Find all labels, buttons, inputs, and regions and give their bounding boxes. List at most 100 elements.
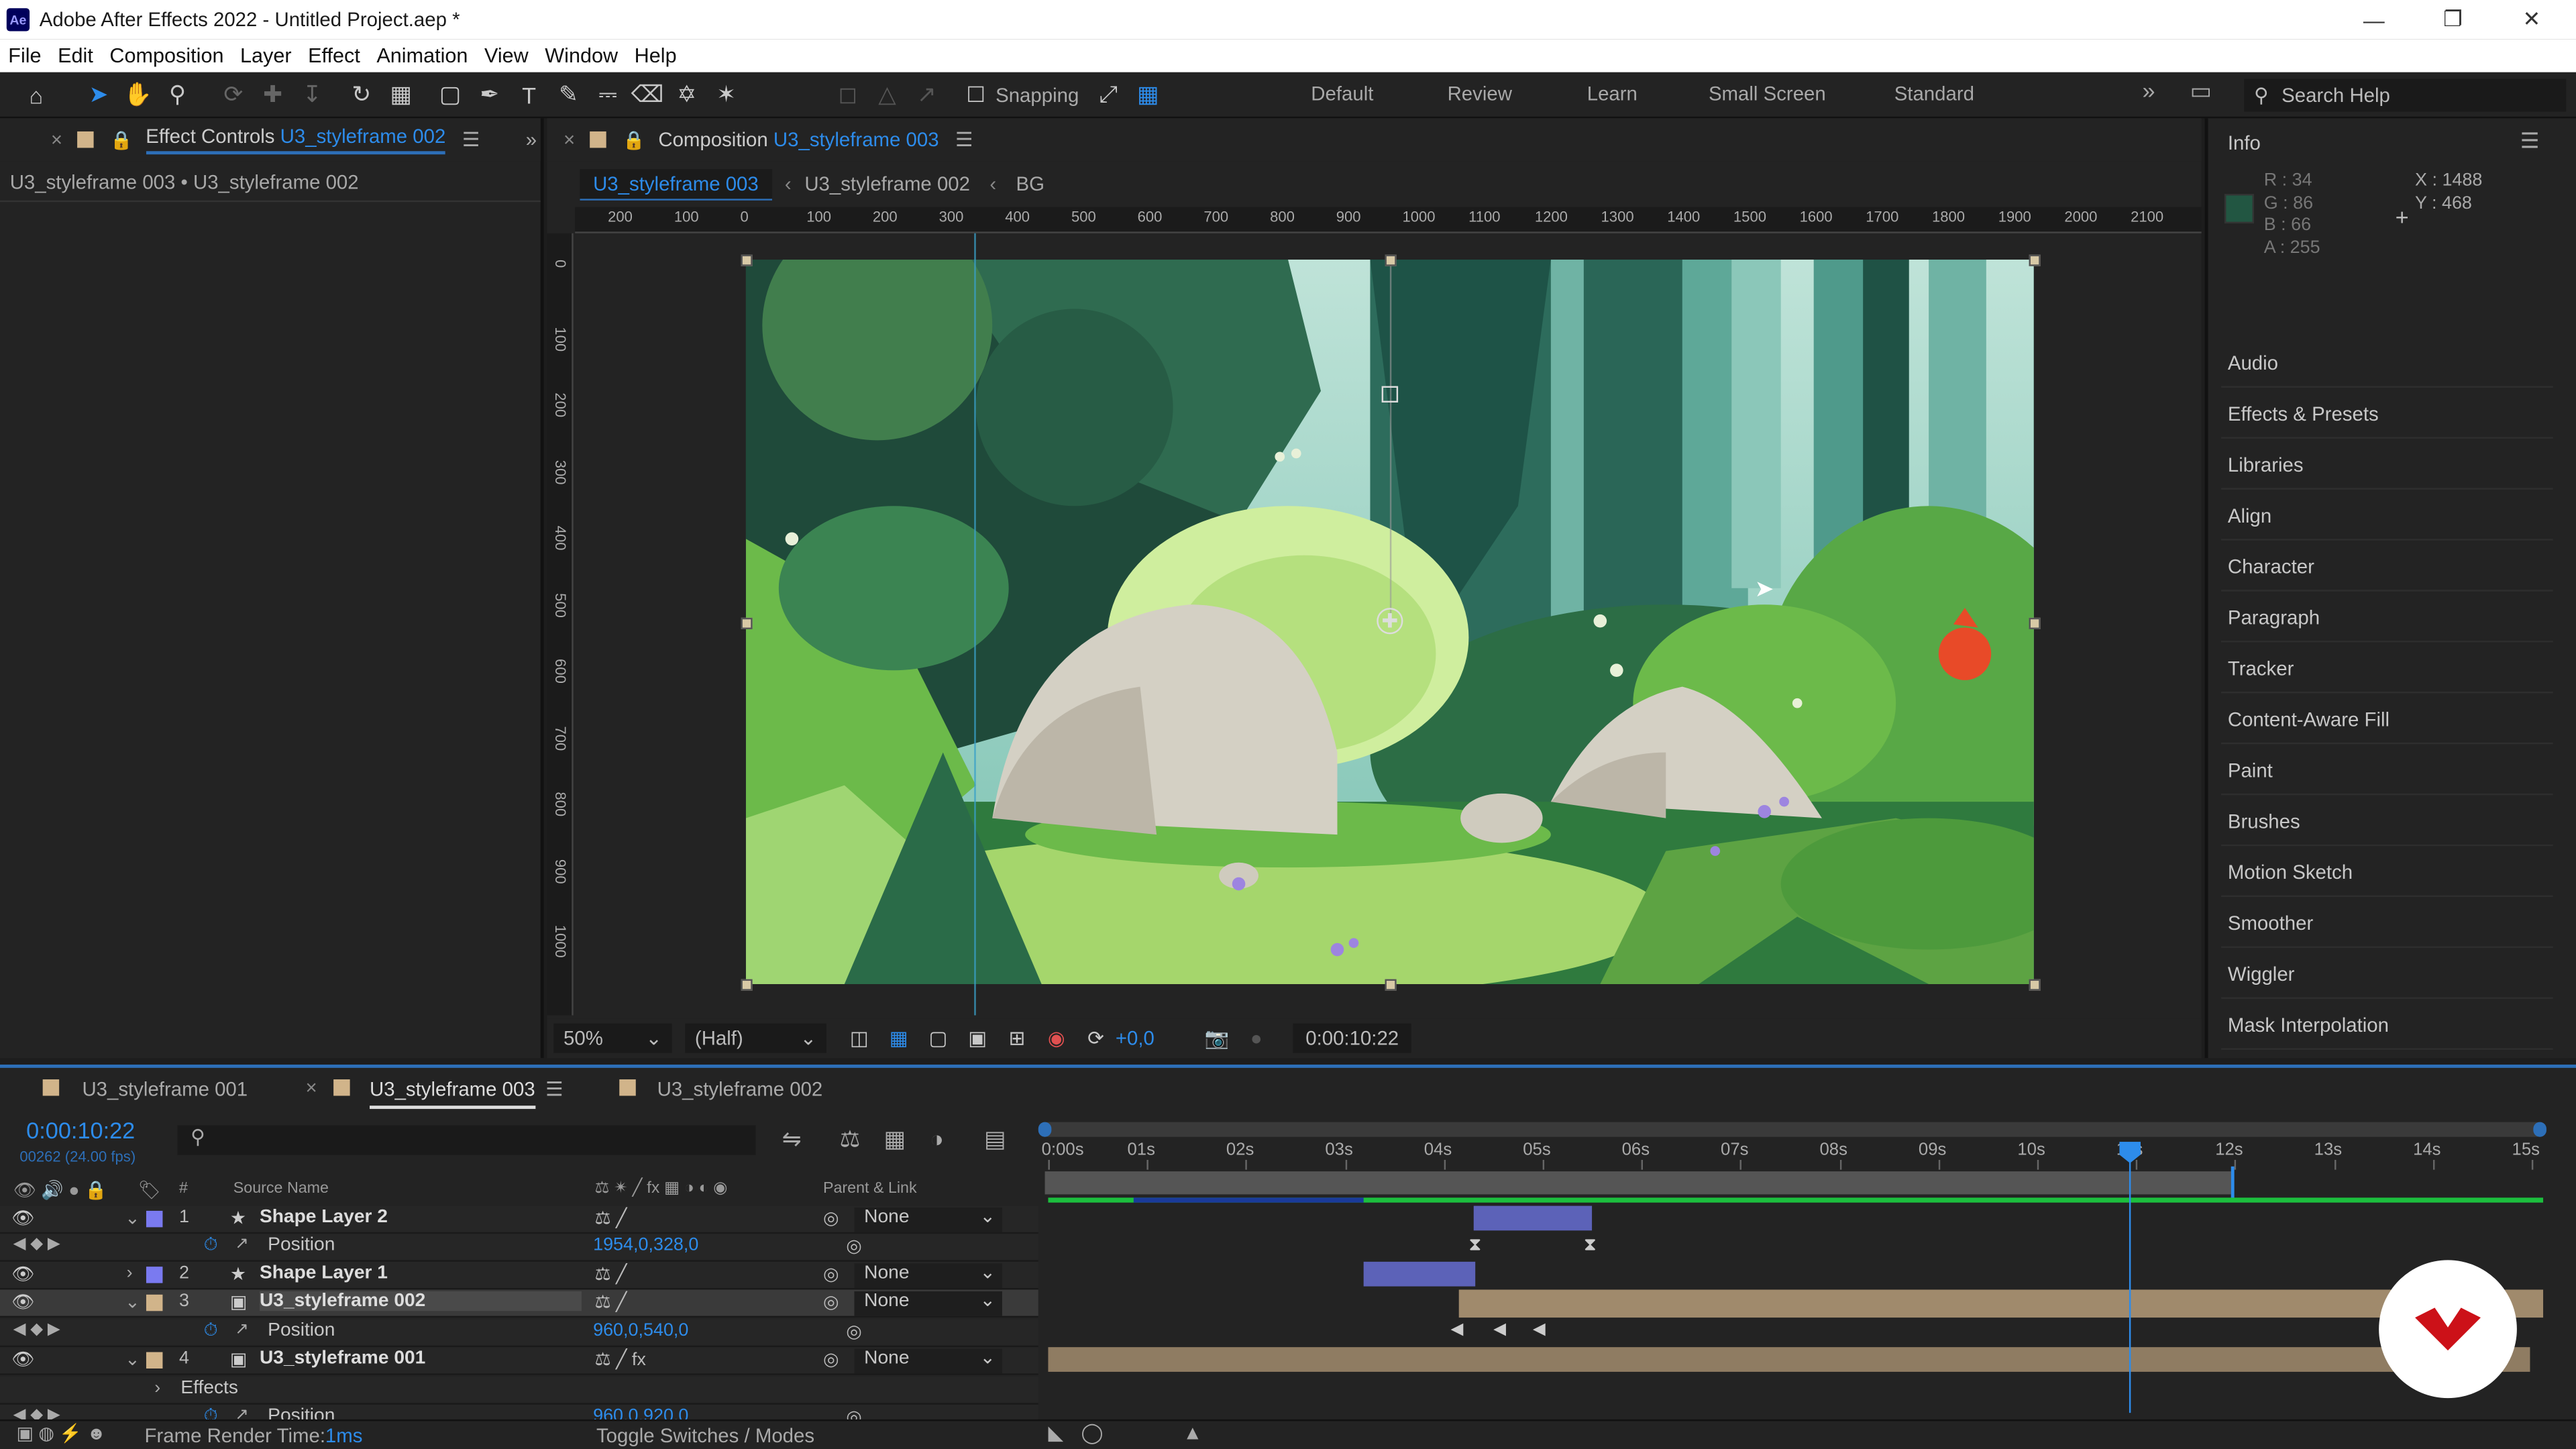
local-axis-icon[interactable]: ◻ xyxy=(830,76,866,113)
transform-handle[interactable] xyxy=(1385,254,1397,266)
resolution-dropdown[interactable]: (Half) ⌄ xyxy=(685,1023,826,1053)
panel-tracker[interactable]: Tracker xyxy=(2221,644,2553,694)
layer-label-color[interactable] xyxy=(146,1352,163,1369)
reset-exposure-icon[interactable]: ⟳ xyxy=(1078,1020,1114,1057)
pen-tool-icon[interactable]: ✒ xyxy=(472,76,508,113)
layer-label-color[interactable] xyxy=(146,1294,163,1311)
snap-features-icon[interactable]: ▦ xyxy=(1130,76,1166,113)
eraser-tool-icon[interactable]: ⌫ xyxy=(629,76,665,113)
work-area-end-handle[interactable] xyxy=(2533,1122,2546,1137)
column-parent-link[interactable]: Parent & Link xyxy=(823,1179,917,1197)
timeline-tab-001[interactable]: U3_styleframe 001 xyxy=(82,1078,248,1101)
panel-align[interactable]: Align xyxy=(2221,491,2553,541)
eye-icon[interactable]: 👁 xyxy=(11,1291,34,1312)
stopwatch-icon[interactable]: ⏱ xyxy=(204,1321,218,1342)
info-panel-menu-icon[interactable]: ☰ xyxy=(2520,128,2540,154)
work-area-start-handle[interactable] xyxy=(1038,1122,1052,1137)
panel-smoother[interactable]: Smoother xyxy=(2221,899,2553,949)
menu-view[interactable]: View xyxy=(476,44,537,67)
workspace-review[interactable]: Review xyxy=(1448,82,1512,105)
anchor-point-icon[interactable]: ✚ xyxy=(1377,608,1403,635)
selection-tool-icon[interactable]: ➤ xyxy=(80,76,117,113)
chevron-down-icon[interactable]: ⌄ xyxy=(125,1291,140,1312)
lock-icon[interactable]: 🔒 xyxy=(110,129,133,150)
rotate-tool-icon[interactable]: ↻ xyxy=(343,76,380,113)
layer-switch-icons[interactable]: ⚖ ╱ xyxy=(595,1263,627,1285)
orbit-camera-icon[interactable]: ⟳ xyxy=(215,76,252,113)
show-snapshot-icon[interactable]: ● xyxy=(1238,1020,1275,1057)
effect-controls-tab[interactable]: Effect Controls U3_styleframe 002 xyxy=(146,125,445,155)
menu-effect[interactable]: Effect xyxy=(300,44,368,67)
graph-editor-icon[interactable]: ▤ xyxy=(984,1126,1006,1154)
pick-whip-icon[interactable]: ◎ xyxy=(823,1291,839,1312)
keyframe-icon[interactable]: ◀ xyxy=(1493,1321,1506,1339)
pan-behind-tool-icon[interactable]: ▦ xyxy=(383,76,419,113)
layer-name[interactable]: U3_styleframe 002 xyxy=(259,1291,582,1311)
type-tool-icon[interactable]: T xyxy=(511,76,547,113)
menu-edit[interactable]: Edit xyxy=(50,44,101,67)
panel-character[interactable]: Character xyxy=(2221,542,2553,592)
transform-handle[interactable] xyxy=(2029,617,2041,629)
close-button[interactable]: ✕ xyxy=(2494,0,2570,40)
zoom-out-icon[interactable]: ◣ xyxy=(1048,1421,1063,1444)
snapping-checkbox-icon[interactable]: ☐ xyxy=(958,76,994,113)
menu-composition[interactable]: Composition xyxy=(101,44,232,67)
world-axis-icon[interactable]: △ xyxy=(869,76,906,113)
panel-paint[interactable]: Paint xyxy=(2221,746,2553,796)
clone-stamp-tool-icon[interactable]: ⎓ xyxy=(590,76,626,113)
shy-layers-icon[interactable]: ▦ xyxy=(884,1126,906,1154)
work-area-bar[interactable] xyxy=(1041,1122,2544,1137)
playhead-line[interactable] xyxy=(2129,1144,2131,1413)
property-value[interactable]: 960,0,540,0 xyxy=(593,1321,688,1340)
restore-button[interactable]: ❐ xyxy=(2415,0,2491,40)
transform-handle[interactable] xyxy=(2029,979,2041,991)
grid-guides-icon[interactable]: ⊞ xyxy=(999,1020,1035,1057)
menu-layer[interactable]: Layer xyxy=(232,44,300,67)
chevron-down-icon[interactable]: ⌄ xyxy=(125,1208,140,1228)
zoom-tool-icon[interactable]: ⚲ xyxy=(160,76,196,113)
puppet-tool-icon[interactable]: ✶ xyxy=(708,76,745,113)
transform-handle[interactable] xyxy=(741,979,753,991)
parent-dropdown[interactable]: None ⌄ xyxy=(854,1208,1002,1232)
panel-effects-presets[interactable]: Effects & Presets xyxy=(2221,389,2553,439)
home-icon[interactable]: ⌂ xyxy=(18,76,54,113)
search-help-field[interactable]: ⚲ Search Help xyxy=(2244,78,2567,112)
transparency-grid-icon[interactable]: ▦ xyxy=(881,1020,917,1057)
position-handle-icon[interactable] xyxy=(1381,386,1399,403)
layer-label-color[interactable] xyxy=(146,1267,163,1283)
transform-handle[interactable] xyxy=(741,617,753,629)
timeline-row[interactable] xyxy=(0,1319,1038,1348)
workspace-learn[interactable]: Learn xyxy=(1587,82,1638,105)
sync-settings-icon[interactable]: ▭ xyxy=(2190,77,2212,105)
hand-tool-icon[interactable]: ✋ xyxy=(120,76,156,113)
keyframe-nav-icon[interactable]: ◀ ◆ ▶ xyxy=(13,1321,60,1339)
chevron-right-icon[interactable]: › xyxy=(154,1379,160,1398)
layer-label-color[interactable] xyxy=(146,1210,163,1228)
flow-item-bg[interactable]: BG xyxy=(1016,172,1044,195)
snap-edges-icon[interactable]: ⤢ xyxy=(1090,76,1126,113)
timeline-row[interactable] xyxy=(0,1234,1038,1262)
dolly-camera-icon[interactable]: ↧ xyxy=(294,76,330,113)
stopwatch-icon[interactable]: ⏱ xyxy=(204,1236,218,1257)
fast-previews-icon[interactable]: ◫ xyxy=(841,1020,877,1057)
transform-handle[interactable] xyxy=(741,254,753,266)
panel-wiggler[interactable]: Wiggler xyxy=(2221,950,2553,999)
region-of-interest-icon[interactable]: ▣ xyxy=(959,1020,996,1057)
panel-content-aware-fill[interactable]: Content-Aware Fill xyxy=(2221,695,2553,745)
pick-whip-icon[interactable]: ◎ xyxy=(823,1208,839,1228)
layer-switch-icons[interactable]: ⚖ ╱ fx xyxy=(595,1349,646,1370)
column-source-name[interactable]: Source Name xyxy=(233,1179,329,1197)
zoom-dropdown[interactable]: 50% ⌄ xyxy=(553,1023,672,1053)
panel-paragraph[interactable]: Paragraph xyxy=(2221,593,2553,643)
timeline-tab-menu-icon[interactable]: ☰ xyxy=(545,1078,563,1101)
layer-duration-bar[interactable] xyxy=(1363,1261,1476,1287)
layer-duration-bar[interactable] xyxy=(1473,1205,1593,1231)
snapping-label[interactable]: Snapping xyxy=(996,83,1079,106)
comp-lock-icon[interactable]: 🔒 xyxy=(623,129,645,150)
more-workspaces-icon[interactable]: » xyxy=(2142,77,2155,103)
panel-mask-interpolation[interactable]: Mask Interpolation xyxy=(2221,1000,2553,1050)
expand-panel-icon[interactable]: » xyxy=(526,128,537,151)
layer-name[interactable]: U3_styleframe 001 xyxy=(260,1349,425,1368)
panel-motion-sketch[interactable]: Motion Sketch xyxy=(2221,848,2553,898)
close-timeline-tab-icon[interactable]: × xyxy=(306,1076,317,1099)
